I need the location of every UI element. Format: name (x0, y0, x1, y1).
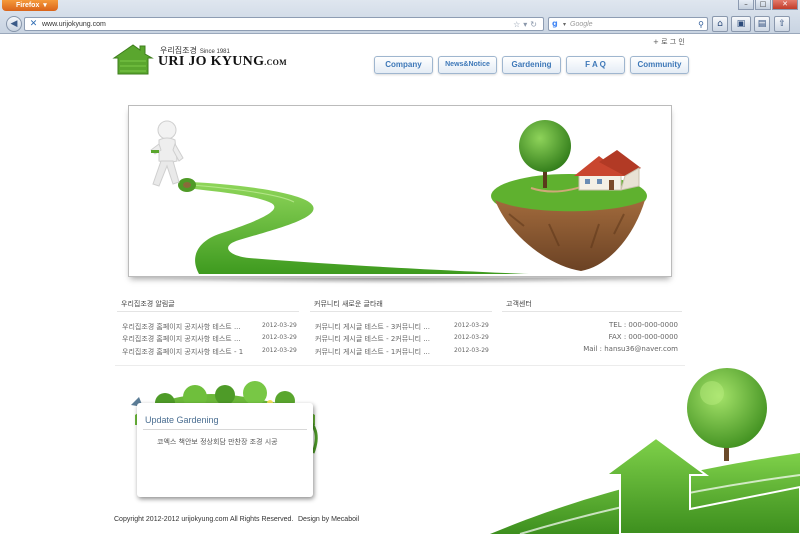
contact-mail: Mail : hansu36@naver.com (583, 345, 678, 353)
community-item-3[interactable]: 커뮤니티 게시글 테스트 - 1커뮤니티 ... (315, 347, 430, 357)
banner-shadow (148, 278, 652, 284)
customer-divider (502, 311, 682, 312)
notice-title[interactable]: 우리집조경 알림글 (121, 299, 175, 309)
nav-company[interactable]: Company (374, 56, 433, 74)
notice-divider (117, 311, 299, 312)
nav-gardening[interactable]: Gardening (502, 56, 561, 74)
notice-date-3: 2012-03-29 (262, 347, 297, 354)
community-date-2: 2012-03-29 (454, 334, 489, 341)
update-gardening-panel[interactable]: Update Gardening 코엑스 책안보 정상회담 만찬장 조경 시공 (137, 403, 313, 497)
bookmarks-button[interactable]: ▣ (731, 16, 751, 32)
close-window-button[interactable]: ✕ (772, 0, 798, 10)
grass-house-logo-icon (112, 44, 154, 75)
chevron-down-icon: ▾ (43, 2, 47, 9)
update-gardening-title[interactable]: Update Gardening (145, 415, 219, 425)
firefox-menu-label: Firefox (16, 2, 40, 9)
community-date-3: 2012-03-29 (454, 347, 489, 354)
notice-date-2: 2012-03-29 (262, 334, 297, 341)
contact-fax: FAX : 000-000-0000 (608, 333, 678, 341)
minimize-button[interactable]: – (738, 0, 754, 10)
search-bar[interactable]: g ▾ Google ⚲ (548, 17, 708, 31)
upload-icon: ⇧ (778, 19, 786, 29)
logo-wordmark: URI JO KYUNG.COM (158, 54, 287, 70)
section-divider (115, 365, 685, 366)
home-icon: ⌂ (717, 19, 723, 29)
community-divider (310, 311, 492, 312)
customer-center-title: 고객센터 (506, 300, 532, 308)
bookmarks-icon: ▣ (736, 19, 746, 29)
nav-faq[interactable]: F A Q (566, 56, 625, 74)
url-actions: ☆▾↻ (513, 18, 540, 31)
update-divider (143, 429, 307, 430)
window-controls: – □ ✕ (738, 0, 798, 11)
web-page: 우리집조경 Since 1981 URI JO KYUNG.COM + 로 그 인… (0, 35, 800, 534)
logo-suffix: .COM (264, 58, 288, 67)
address-bar[interactable]: ✕ www.urijokyung.com ☆▾↻ (24, 17, 544, 31)
update-gardening-text[interactable]: 코엑스 책안보 정상회담 만찬장 조경 시공 (157, 437, 278, 447)
main-navigation: Company News&Notice Gardening F A Q Comm… (374, 56, 689, 74)
community-item-1[interactable]: 커뮤니티 게시글 테스트 - 3커뮤니티 ... (315, 322, 430, 332)
search-input[interactable]: Google (570, 18, 593, 31)
chevron-down-icon[interactable]: ▾ (563, 18, 566, 31)
footer-design-credit: Design by Mecaboil (298, 516, 360, 523)
community-title[interactable]: 커뮤니티 새로운 글타래 (314, 299, 383, 309)
notice-item-3[interactable]: 우리집조경 홈페이지 공지사항 테스트 - 1 (122, 347, 243, 357)
site-logo[interactable]: 우리집조경 Since 1981 URI JO KYUNG.COM (112, 41, 292, 75)
site-favicon-icon: ✕ (29, 19, 38, 29)
notice-item-2[interactable]: 우리집조경 홈페이지 공지사항 테스트 ... (122, 334, 241, 344)
maximize-button[interactable]: □ (755, 0, 771, 10)
home-button[interactable]: ⌂ (712, 16, 728, 32)
browser-toolbar: Firefox ▾ – □ ✕ ◀ ✕ www.urijokyung.com ☆… (0, 0, 800, 34)
window-icon: ▤ (757, 19, 767, 29)
community-date-1: 2012-03-29 (454, 322, 489, 329)
notice-date-1: 2012-03-29 (262, 322, 297, 329)
nav-news-notice[interactable]: News&Notice (438, 56, 497, 74)
notice-item-1[interactable]: 우리집조경 홈페이지 공지사항 테스트 ... (122, 322, 241, 332)
nav-community[interactable]: Community (630, 56, 689, 74)
banner-illustration (150, 120, 647, 274)
google-icon[interactable]: g (552, 19, 562, 29)
login-link[interactable]: + 로 그 인 (653, 37, 685, 47)
reload-icon[interactable]: ↻ (530, 20, 540, 29)
addons-button[interactable]: ⇧ (774, 16, 790, 32)
contact-tel: TEL : 000-000-0000 (609, 321, 678, 329)
bookmark-star-icon[interactable]: ☆ (513, 20, 523, 29)
downloads-button[interactable]: ▤ (754, 16, 770, 32)
community-item-2[interactable]: 커뮤니티 게시글 테스트 - 2커뮤니티 ... (315, 334, 430, 344)
footer-copyright: Copyright 2012-2012 urijokyung.com All R… (114, 516, 294, 523)
logo-name: URI JO KYUNG (158, 54, 265, 69)
search-icon[interactable]: ⚲ (698, 18, 704, 31)
main-banner (128, 105, 672, 277)
back-button[interactable]: ◀ (6, 16, 22, 32)
url-text[interactable]: www.urijokyung.com (42, 18, 106, 31)
firefox-menu-button[interactable]: Firefox ▾ (2, 0, 58, 11)
arrow-left-icon: ◀ (10, 19, 18, 29)
